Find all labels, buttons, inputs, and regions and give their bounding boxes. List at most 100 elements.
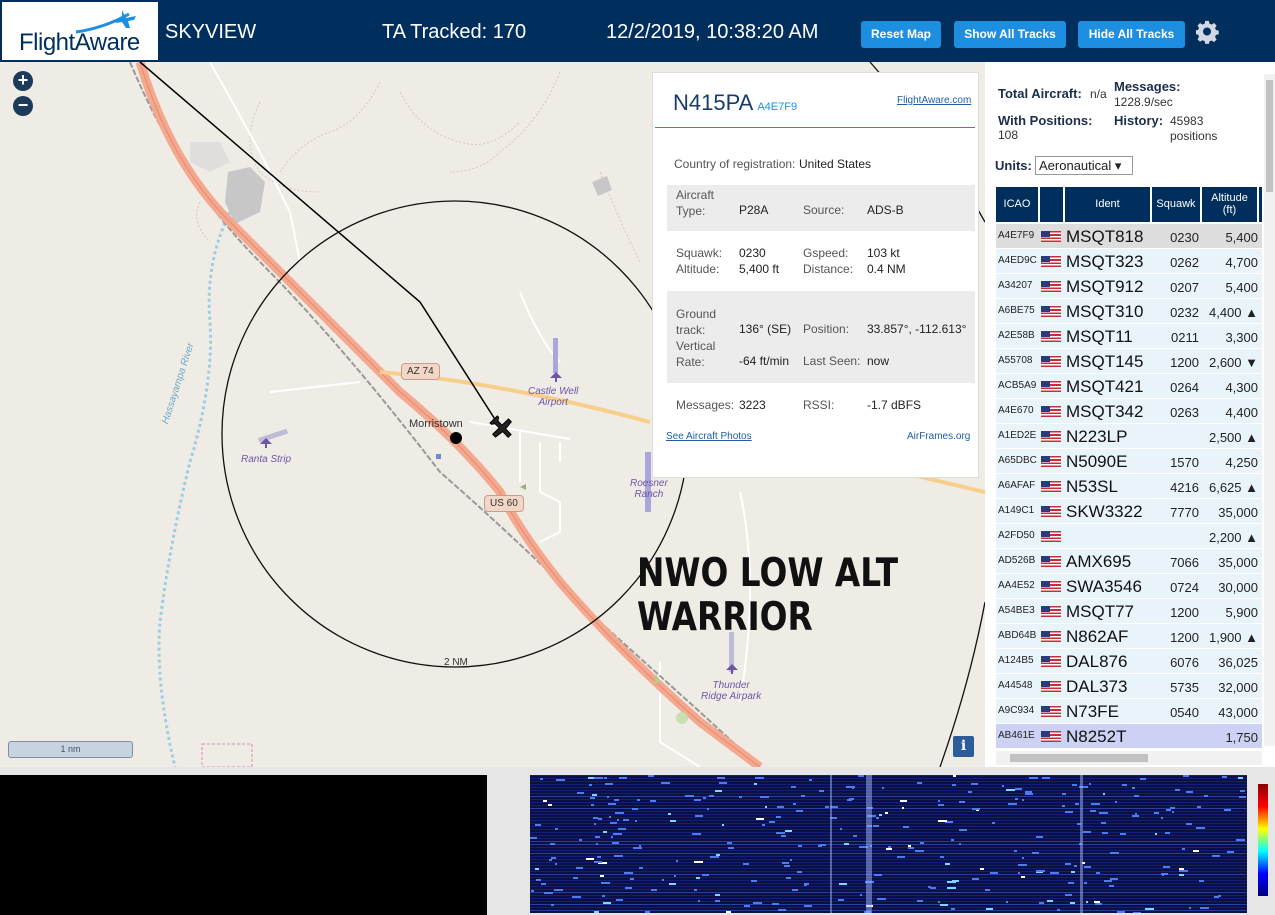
us-flag-icon bbox=[1041, 581, 1061, 592]
column-header-icao[interactable]: ICAO bbox=[996, 187, 1038, 222]
table-row[interactable]: A124B5 DAL876 6076 36,025 bbox=[996, 649, 1262, 674]
squawk-value: 0230 bbox=[739, 246, 766, 260]
ident-cell: N53SL bbox=[1066, 477, 1118, 496]
table-row[interactable]: A44548 DAL373 5735 32,000 bbox=[996, 674, 1262, 699]
table-row[interactable]: AD526B AMX695 7066 35,000 bbox=[996, 549, 1262, 574]
column-header-altitude[interactable]: Altitude (ft) bbox=[1202, 187, 1257, 222]
empty-video-panel bbox=[0, 775, 487, 915]
lastseen-label: Last Seen: bbox=[803, 354, 861, 368]
flightaware-logo[interactable]: FlightAware bbox=[2, 2, 158, 60]
altitude-cell: 1,900 ▲ bbox=[1208, 630, 1258, 645]
squawk-cell: 1570 bbox=[1170, 455, 1199, 470]
info-button[interactable]: i bbox=[953, 736, 974, 757]
table-row[interactable]: AB461E N8252T 1,750 bbox=[996, 724, 1262, 749]
squawk-cell: 4216 bbox=[1170, 480, 1199, 495]
column-header-squawk[interactable]: Squawk bbox=[1152, 187, 1200, 222]
table-row[interactable]: A4E7F9 MSQT818 0230 5,400 bbox=[996, 224, 1262, 249]
us-flag-icon bbox=[1041, 456, 1061, 467]
ident-cell: SKW3322 bbox=[1066, 502, 1143, 521]
zoom-in-button[interactable]: + bbox=[13, 71, 33, 91]
us-flag-icon bbox=[1041, 381, 1061, 392]
distance-label: Distance: bbox=[803, 262, 854, 276]
squawk-cell: 0262 bbox=[1170, 255, 1199, 270]
popup-hex[interactable]: A4E7F9 bbox=[757, 101, 797, 113]
airframes-link[interactable]: AirFrames.org bbox=[907, 431, 970, 442]
table-row[interactable]: A34207 MSQT912 0207 5,400 bbox=[996, 274, 1262, 299]
airport-label: Ranta Strip bbox=[241, 454, 292, 465]
icao-cell: A149C1 bbox=[998, 505, 1035, 516]
icao-cell: ABD64B bbox=[998, 630, 1037, 641]
waterfall-canvas bbox=[530, 775, 1247, 913]
tracked-count: TA Tracked: 170 bbox=[382, 21, 527, 43]
us-flag-icon bbox=[1041, 431, 1061, 442]
squawk-cell: 1200 bbox=[1170, 605, 1199, 620]
horizontal-scrollbar[interactable] bbox=[996, 751, 1262, 765]
altitude-cell: 4,300 bbox=[1225, 380, 1258, 395]
messages-value: 3223 bbox=[739, 398, 766, 412]
ident-cell: N862AF bbox=[1066, 627, 1129, 646]
units-select[interactable]: Aeronautical ▾ bbox=[1035, 156, 1133, 175]
scale-bar: 1 nm bbox=[8, 741, 133, 758]
column-header-extra bbox=[1259, 187, 1262, 222]
reset-map-button[interactable]: Reset Map bbox=[861, 21, 941, 48]
show-all-tracks-button[interactable]: Show All Tracks bbox=[954, 21, 1066, 48]
table-row[interactable]: A9C934 N73FE 0540 43,000 bbox=[996, 699, 1262, 724]
altitude-cell: 2,500 ▲ bbox=[1208, 430, 1258, 445]
vrate-value: -64 ft/min bbox=[739, 354, 790, 368]
table-row[interactable]: AA4E52 SWA3546 0724 30,000 bbox=[996, 574, 1262, 599]
ident-cell: N223LP bbox=[1066, 427, 1128, 446]
squawk-cell: 7770 bbox=[1170, 505, 1199, 520]
track-value: 136° (SE) bbox=[739, 322, 792, 336]
altitude-cell: 5,400 bbox=[1225, 280, 1258, 295]
icao-cell: AB461E bbox=[998, 730, 1035, 741]
altitude-cell: 1,750 bbox=[1225, 730, 1258, 745]
column-header-flag[interactable] bbox=[1040, 187, 1063, 222]
us-flag-icon bbox=[1041, 656, 1061, 667]
zoom-out-button[interactable]: − bbox=[13, 96, 33, 116]
altitude-cell: 2,200 ▲ bbox=[1208, 530, 1258, 545]
table-row[interactable]: A65DBC N5090E 1570 4,250 bbox=[996, 449, 1262, 474]
rssi-label: RSSI: bbox=[803, 398, 835, 412]
ident-cell: MSQT310 bbox=[1066, 302, 1144, 321]
table-row[interactable]: A54BE3 MSQT77 1200 5,900 bbox=[996, 599, 1262, 624]
altitude-cell: 30,000 bbox=[1218, 580, 1258, 595]
distance-value: 0.4 NM bbox=[867, 262, 906, 276]
table-row[interactable]: ABD64B N862AF 1200 1,900 ▲ bbox=[996, 624, 1262, 649]
table-row[interactable]: A55708 MSQT145 1200 2,600 ▼ bbox=[996, 349, 1262, 374]
table-row[interactable]: A2E58B MSQT11 0211 3,300 bbox=[996, 324, 1262, 349]
position-value: 33.857°, -112.613° bbox=[867, 322, 967, 336]
table-row[interactable]: A4ED9C MSQT323 0262 4,700 bbox=[996, 249, 1262, 274]
table-row[interactable]: A6AFAF N53SL 4216 6,625 ▲ bbox=[996, 474, 1262, 499]
icao-cell: ACB5A9 bbox=[998, 380, 1037, 391]
altitude-cell: 32,000 bbox=[1218, 680, 1258, 695]
squawk-cell: 6076 bbox=[1170, 655, 1199, 670]
vertical-scrollbar[interactable] bbox=[1264, 74, 1275, 746]
airport-label: Roesner Ranch bbox=[630, 478, 668, 500]
ident-cell: MSQT11 bbox=[1066, 327, 1133, 346]
us-flag-icon bbox=[1041, 731, 1061, 742]
flightaware-link[interactable]: FlightAware.com bbox=[897, 95, 971, 106]
altitude-cell: 35,000 bbox=[1218, 555, 1258, 570]
app-name: SKYVIEW bbox=[165, 21, 257, 43]
altitude-cell: 4,250 bbox=[1225, 455, 1258, 470]
squawk-cell: 0540 bbox=[1170, 705, 1199, 720]
icao-cell: A65DBC bbox=[998, 455, 1037, 466]
table-row[interactable]: A4E670 MSQT342 0263 4,400 bbox=[996, 399, 1262, 424]
ident-cell: MSQT342 bbox=[1066, 402, 1144, 421]
column-header-ident[interactable]: Ident bbox=[1065, 187, 1150, 222]
total-aircraft-label: Total Aircraft: bbox=[998, 86, 1082, 101]
hide-all-tracks-button[interactable]: Hide All Tracks bbox=[1078, 21, 1185, 48]
overlay-caption: NWO LOW ALT WARRIOR bbox=[637, 552, 898, 640]
aircraft-photos-link[interactable]: See Aircraft Photos bbox=[666, 431, 752, 442]
table-row[interactable]: A6BE75 MSQT310 0232 4,400 ▲ bbox=[996, 299, 1262, 324]
icao-cell: A2E58B bbox=[998, 330, 1035, 341]
icao-cell: A6BE75 bbox=[998, 305, 1035, 316]
table-row[interactable]: A149C1 SKW3322 7770 35,000 bbox=[996, 499, 1262, 524]
table-row[interactable]: A1ED2E N223LP 2,500 ▲ bbox=[996, 424, 1262, 449]
altitude-cell: 35,000 bbox=[1218, 505, 1258, 520]
table-row[interactable]: ACB5A9 MSQT421 0264 4,300 bbox=[996, 374, 1262, 399]
overlay-line: NWO LOW ALT bbox=[637, 551, 899, 596]
table-row[interactable]: A2FD50 2,200 ▲ bbox=[996, 524, 1262, 549]
gear-icon[interactable] bbox=[1196, 20, 1220, 44]
us-flag-icon bbox=[1041, 681, 1061, 692]
